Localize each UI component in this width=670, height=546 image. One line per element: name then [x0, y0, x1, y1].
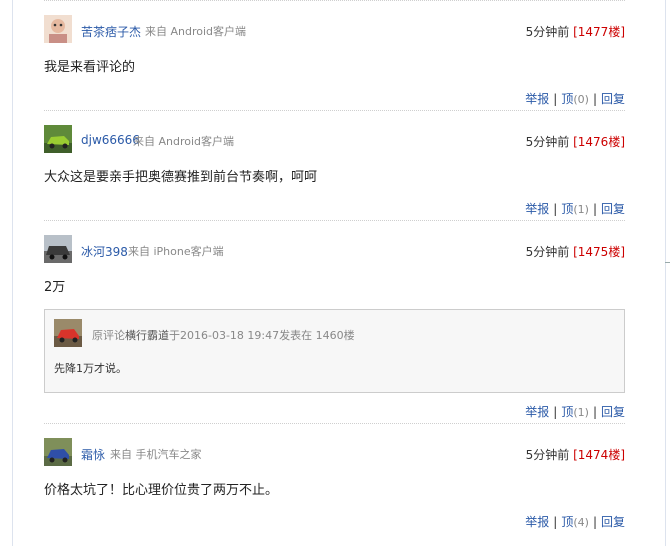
username[interactable]: 苦茶痞子杰 — [81, 23, 141, 40]
source-label: 来自 Android客户端 — [145, 25, 247, 38]
avatar[interactable] — [44, 235, 72, 263]
username[interactable]: 霜怺 — [81, 446, 105, 463]
reply-link[interactable]: 回复 — [601, 200, 625, 217]
comment-meta: 5分钟前 [1477楼] — [526, 23, 625, 40]
comment-item: 霜怺 来自 手机汽车之家 5分钟前 [1474楼] 价格太坑了！比心理价位贵了两… — [44, 438, 625, 533]
reply-link[interactable]: 回复 — [601, 403, 625, 420]
source-label: 来自 手机汽车之家 — [110, 448, 202, 461]
quote-text: 先降1万才说。 — [54, 362, 127, 375]
avatar[interactable] — [44, 15, 72, 43]
floor-number: [1477楼] — [573, 25, 625, 39]
source-label: 来自 iPhone客户端 — [128, 245, 224, 258]
divider — [44, 423, 625, 425]
quoted-comment: 原评论横行霸道于2016-03-18 19:47发表在 1460楼 先降1万才说… — [44, 309, 625, 393]
report-link[interactable]: 举报 — [525, 90, 549, 107]
report-link[interactable]: 举报 — [525, 200, 549, 217]
divider — [44, 110, 625, 112]
source-label: 来自 Android客户端 — [133, 135, 235, 148]
timestamp: 5分钟前 — [525, 245, 570, 259]
avatar[interactable] — [44, 125, 72, 153]
report-link[interactable]: 举报 — [525, 403, 549, 420]
comment-list: 苦茶痞子杰 来自 Android客户端 5分钟前 [1477楼] 我是来看评论的… — [44, 0, 625, 533]
upvote-label: 顶 — [561, 515, 574, 529]
separator: | — [592, 515, 597, 529]
username[interactable]: 冰河398 — [81, 243, 128, 260]
separator: | — [553, 92, 558, 106]
divider — [44, 220, 625, 222]
avatar[interactable] — [44, 438, 72, 466]
right-border — [665, 0, 666, 546]
upvote-label: 顶 — [561, 202, 574, 216]
scroll-tick — [665, 262, 670, 263]
upvote-link[interactable]: 顶(0) — [561, 90, 589, 107]
comment-item: 冰河398 来自 iPhone客户端 5分钟前 [1475楼] 2万 原评论横行… — [44, 235, 625, 423]
separator: | — [592, 92, 597, 106]
reply-link[interactable]: 回复 — [601, 513, 625, 530]
comment-text: 2万 — [44, 280, 66, 295]
comment-meta: 5分钟前 [1475楼] — [526, 243, 625, 260]
report-link[interactable]: 举报 — [525, 513, 549, 530]
upvote-link[interactable]: 顶(4) — [561, 513, 589, 530]
quote-header: 原评论横行霸道于2016-03-18 19:47发表在 1460楼 — [92, 327, 355, 343]
divider — [44, 0, 625, 2]
comment-meta: 5分钟前 [1474楼] — [526, 446, 625, 463]
comment-actions: 举报 | 顶(0) | 回复 — [44, 90, 625, 110]
upvote-label: 顶 — [561, 405, 574, 419]
quote-meta: 于2016-03-18 19:47发表在 1460楼 — [169, 329, 355, 342]
comment-meta: 5分钟前 [1476楼] — [526, 133, 625, 150]
comment-text: 大众这是要亲手把奥德赛推到前台节奏啊，呵呵 — [44, 170, 318, 185]
comment-text: 价格太坑了！比心理价位贵了两万不止。 — [44, 483, 279, 498]
comment-actions: 举报 | 顶(1) | 回复 — [44, 200, 625, 220]
timestamp: 5分钟前 — [525, 135, 570, 149]
upvote-link[interactable]: 顶(1) — [561, 200, 589, 217]
comment-item: djw66666 来自 Android客户端 5分钟前 [1476楼] 大众这是… — [44, 125, 625, 220]
reply-link[interactable]: 回复 — [601, 90, 625, 107]
timestamp: 5分钟前 — [525, 25, 570, 39]
separator: | — [553, 515, 558, 529]
separator: | — [553, 202, 558, 216]
upvote-count: (4) — [573, 516, 589, 529]
quote-prefix: 原评论 — [92, 329, 125, 342]
upvote-count: (0) — [573, 93, 589, 106]
left-border — [12, 0, 13, 546]
timestamp: 5分钟前 — [525, 448, 570, 462]
upvote-label: 顶 — [561, 92, 574, 106]
floor-number: [1474楼] — [573, 448, 625, 462]
comment-item: 苦茶痞子杰 来自 Android客户端 5分钟前 [1477楼] 我是来看评论的… — [44, 15, 625, 110]
floor-number: [1475楼] — [573, 245, 625, 259]
separator: | — [592, 405, 597, 419]
comment-actions: 举报 | 顶(1) | 回复 — [44, 403, 625, 423]
separator: | — [553, 405, 558, 419]
upvote-link[interactable]: 顶(1) — [561, 403, 589, 420]
quote-avatar[interactable] — [54, 319, 82, 347]
quote-username[interactable]: 横行霸道 — [125, 329, 169, 342]
separator: | — [592, 202, 597, 216]
floor-number: [1476楼] — [573, 135, 625, 149]
upvote-count: (1) — [573, 203, 589, 216]
username[interactable]: djw66666 — [81, 133, 140, 147]
upvote-count: (1) — [573, 406, 589, 419]
comment-text: 我是来看评论的 — [44, 60, 136, 75]
comment-actions: 举报 | 顶(4) | 回复 — [44, 513, 625, 533]
